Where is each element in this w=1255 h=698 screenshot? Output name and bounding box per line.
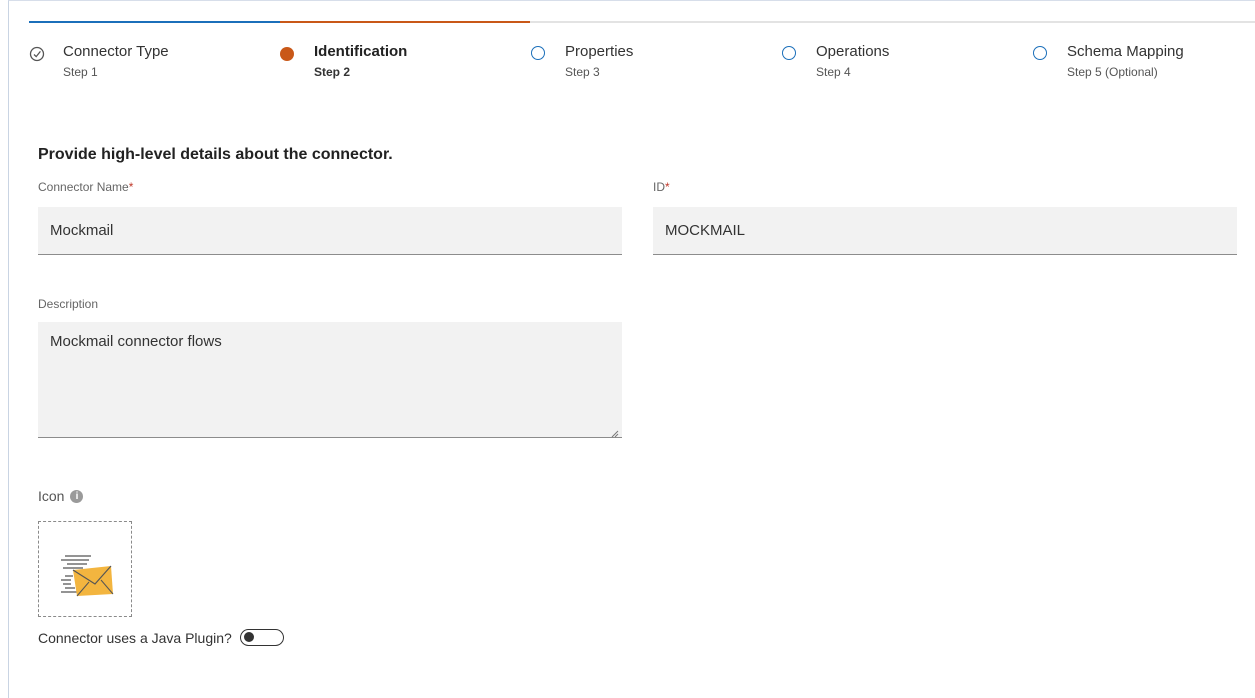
step-connector-type[interactable]: Connector Type Step 1 — [29, 43, 169, 80]
description-textarea[interactable]: Mockmail connector flows — [38, 322, 622, 438]
active-dot-icon — [280, 46, 296, 62]
wizard-stepper: Connector Type Step 1 Identification Ste… — [29, 21, 1255, 101]
empty-circle-icon — [782, 46, 798, 62]
step-identification[interactable]: Identification Step 2 — [280, 43, 407, 80]
required-mark: * — [665, 180, 670, 194]
step-operations[interactable]: Operations Step 4 — [782, 43, 889, 80]
form-heading: Provide high-level details about the con… — [38, 146, 393, 163]
description-label: Description — [38, 297, 99, 311]
stepper-progress-active — [280, 21, 530, 23]
step-label: Connector Type — [63, 43, 169, 60]
info-icon[interactable]: i — [70, 489, 84, 503]
icon-label: Icon i — [38, 488, 84, 504]
step-sublabel: Step 1 — [63, 65, 98, 79]
step-sublabel: Step 3 — [565, 65, 600, 79]
java-plugin-toggle[interactable] — [239, 629, 284, 646]
java-plugin-label: Connector uses a Java Plugin? — [38, 629, 232, 646]
connector-name-input[interactable] — [38, 207, 622, 255]
id-input[interactable] — [653, 207, 1237, 255]
step-schema-mapping[interactable]: Schema Mapping Step 5 (Optional) — [1033, 43, 1184, 80]
step-properties[interactable]: Properties Step 3 — [531, 43, 633, 80]
empty-circle-icon — [531, 46, 547, 62]
step-sublabel: Step 4 — [816, 65, 851, 79]
connector-name-label: Connector Name* — [38, 180, 134, 194]
empty-circle-icon — [1033, 46, 1049, 62]
resize-grip-icon[interactable] — [609, 425, 619, 438]
step-label: Identification — [314, 43, 408, 60]
step-sublabel: Step 5 (Optional) — [1067, 65, 1158, 79]
toggle-knob — [243, 632, 254, 642]
id-label: ID* — [653, 180, 670, 194]
step-label: Properties — [565, 43, 634, 60]
step-sublabel: Step 2 — [314, 65, 351, 79]
icon-upload-box[interactable] — [38, 521, 132, 617]
required-mark: * — [128, 180, 134, 194]
java-plugin-row: Connector uses a Java Plugin? — [38, 629, 284, 646]
envelope-icon — [61, 555, 114, 597]
stepper-progress-done — [29, 21, 280, 23]
check-circle-icon — [29, 46, 45, 62]
step-label: Operations — [816, 43, 890, 60]
step-label: Schema Mapping — [1067, 43, 1184, 60]
